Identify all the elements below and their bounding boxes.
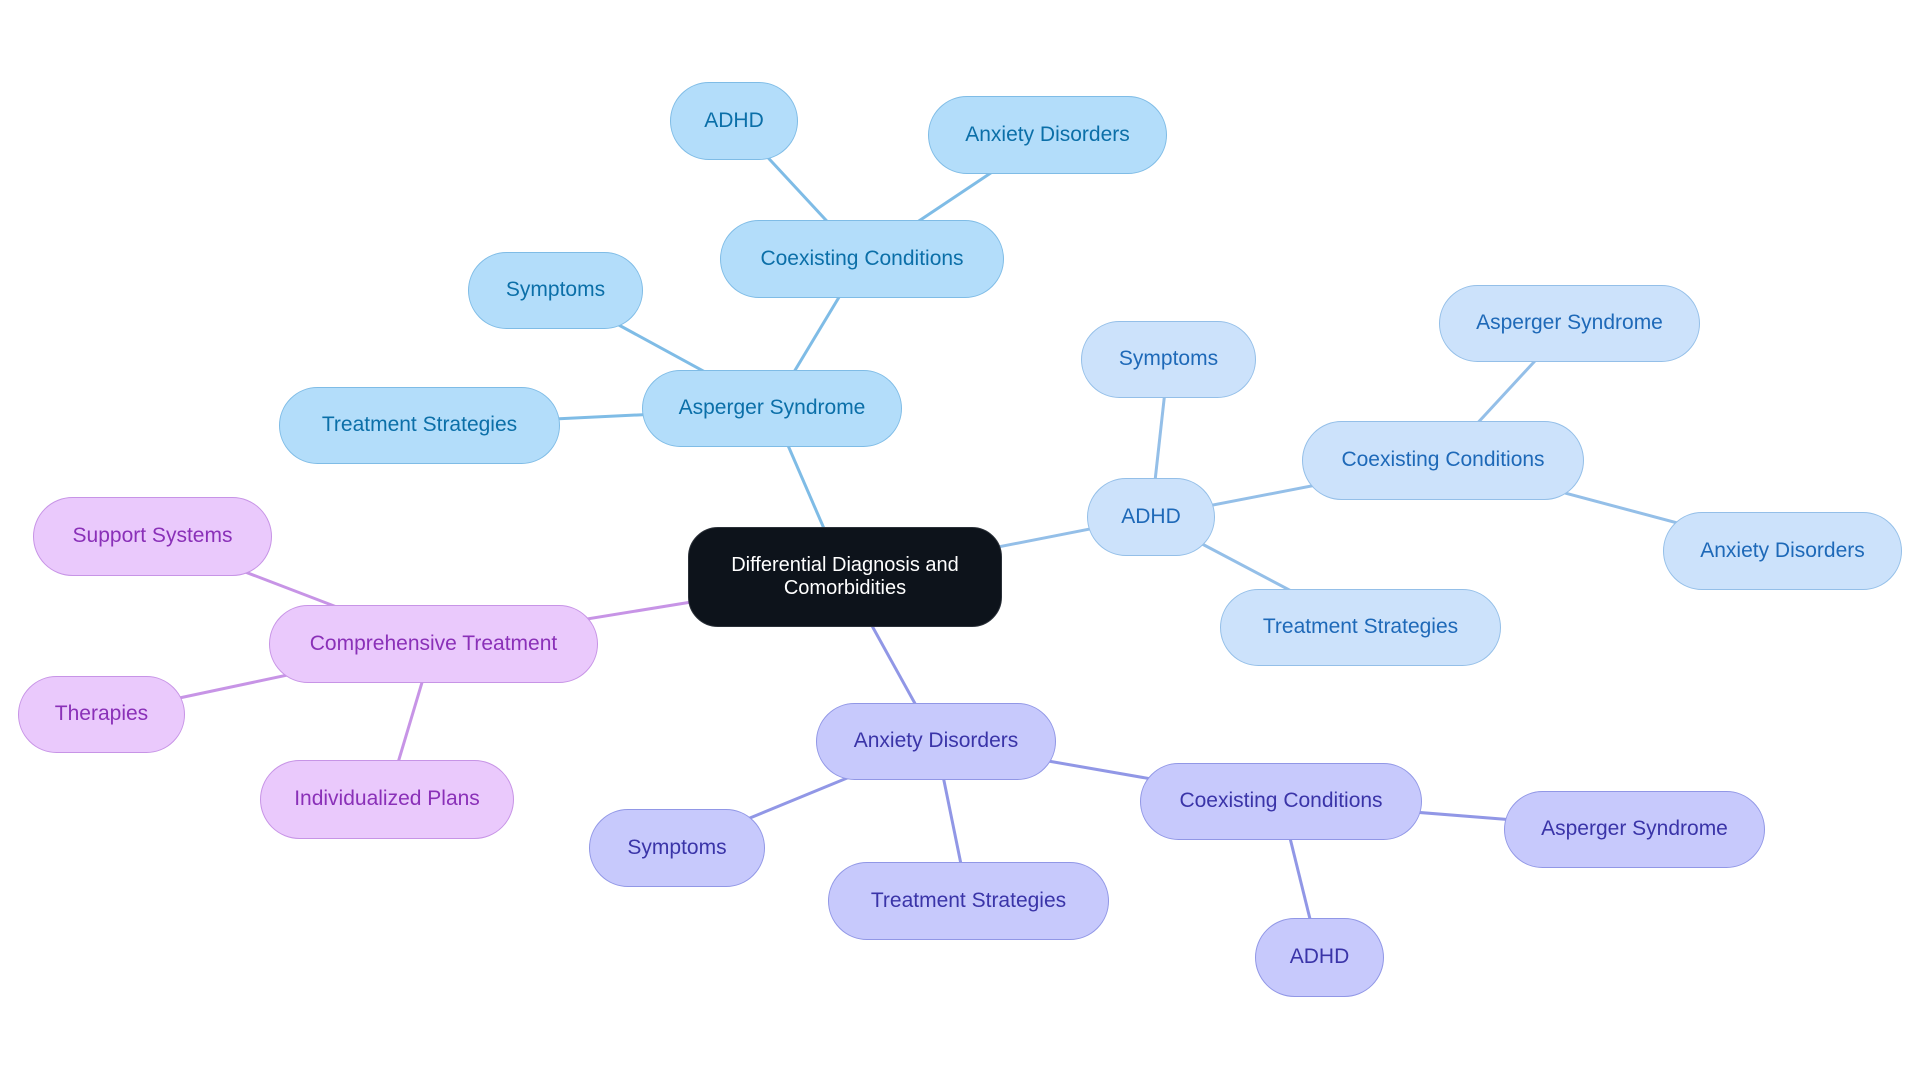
asperger-treatment-node[interactable]: Treatment Strategies xyxy=(279,387,560,464)
asperger-coexisting-node[interactable]: Coexisting Conditions xyxy=(720,220,1004,298)
asperger-symptoms-node[interactable]: Symptoms xyxy=(468,252,643,329)
root-node[interactable]: Differential Diagnosis and Comorbidities xyxy=(688,527,1002,627)
adhd-symptoms-node[interactable]: Symptoms xyxy=(1081,321,1256,398)
anxiety-disorders-node[interactable]: Anxiety Disorders xyxy=(816,703,1056,780)
comprehensive-treatment-node[interactable]: Comprehensive Treatment xyxy=(269,605,598,683)
adhd-coexisting-node[interactable]: Coexisting Conditions xyxy=(1302,421,1584,500)
anxiety-coexisting-node[interactable]: Coexisting Conditions xyxy=(1140,763,1422,840)
adhd-coexisting-anxiety-node[interactable]: Anxiety Disorders xyxy=(1663,512,1902,590)
adhd-treatment-node[interactable]: Treatment Strategies xyxy=(1220,589,1501,666)
anxiety-symptoms-node[interactable]: Symptoms xyxy=(589,809,765,887)
asperger-coexisting-anxiety-node[interactable]: Anxiety Disorders xyxy=(928,96,1167,174)
individualized-plans-node[interactable]: Individualized Plans xyxy=(260,760,514,839)
asperger-syndrome-node[interactable]: Asperger Syndrome xyxy=(642,370,902,447)
adhd-node[interactable]: ADHD xyxy=(1087,478,1215,556)
anxiety-coexisting-adhd-node[interactable]: ADHD xyxy=(1255,918,1384,997)
adhd-coexisting-asperger-node[interactable]: Asperger Syndrome xyxy=(1439,285,1700,362)
anxiety-coexisting-asperger-node[interactable]: Asperger Syndrome xyxy=(1504,791,1765,868)
support-systems-node[interactable]: Support Systems xyxy=(33,497,272,576)
asperger-coexisting-adhd-node[interactable]: ADHD xyxy=(670,82,798,160)
anxiety-treatment-node[interactable]: Treatment Strategies xyxy=(828,862,1109,940)
therapies-node[interactable]: Therapies xyxy=(18,676,185,753)
